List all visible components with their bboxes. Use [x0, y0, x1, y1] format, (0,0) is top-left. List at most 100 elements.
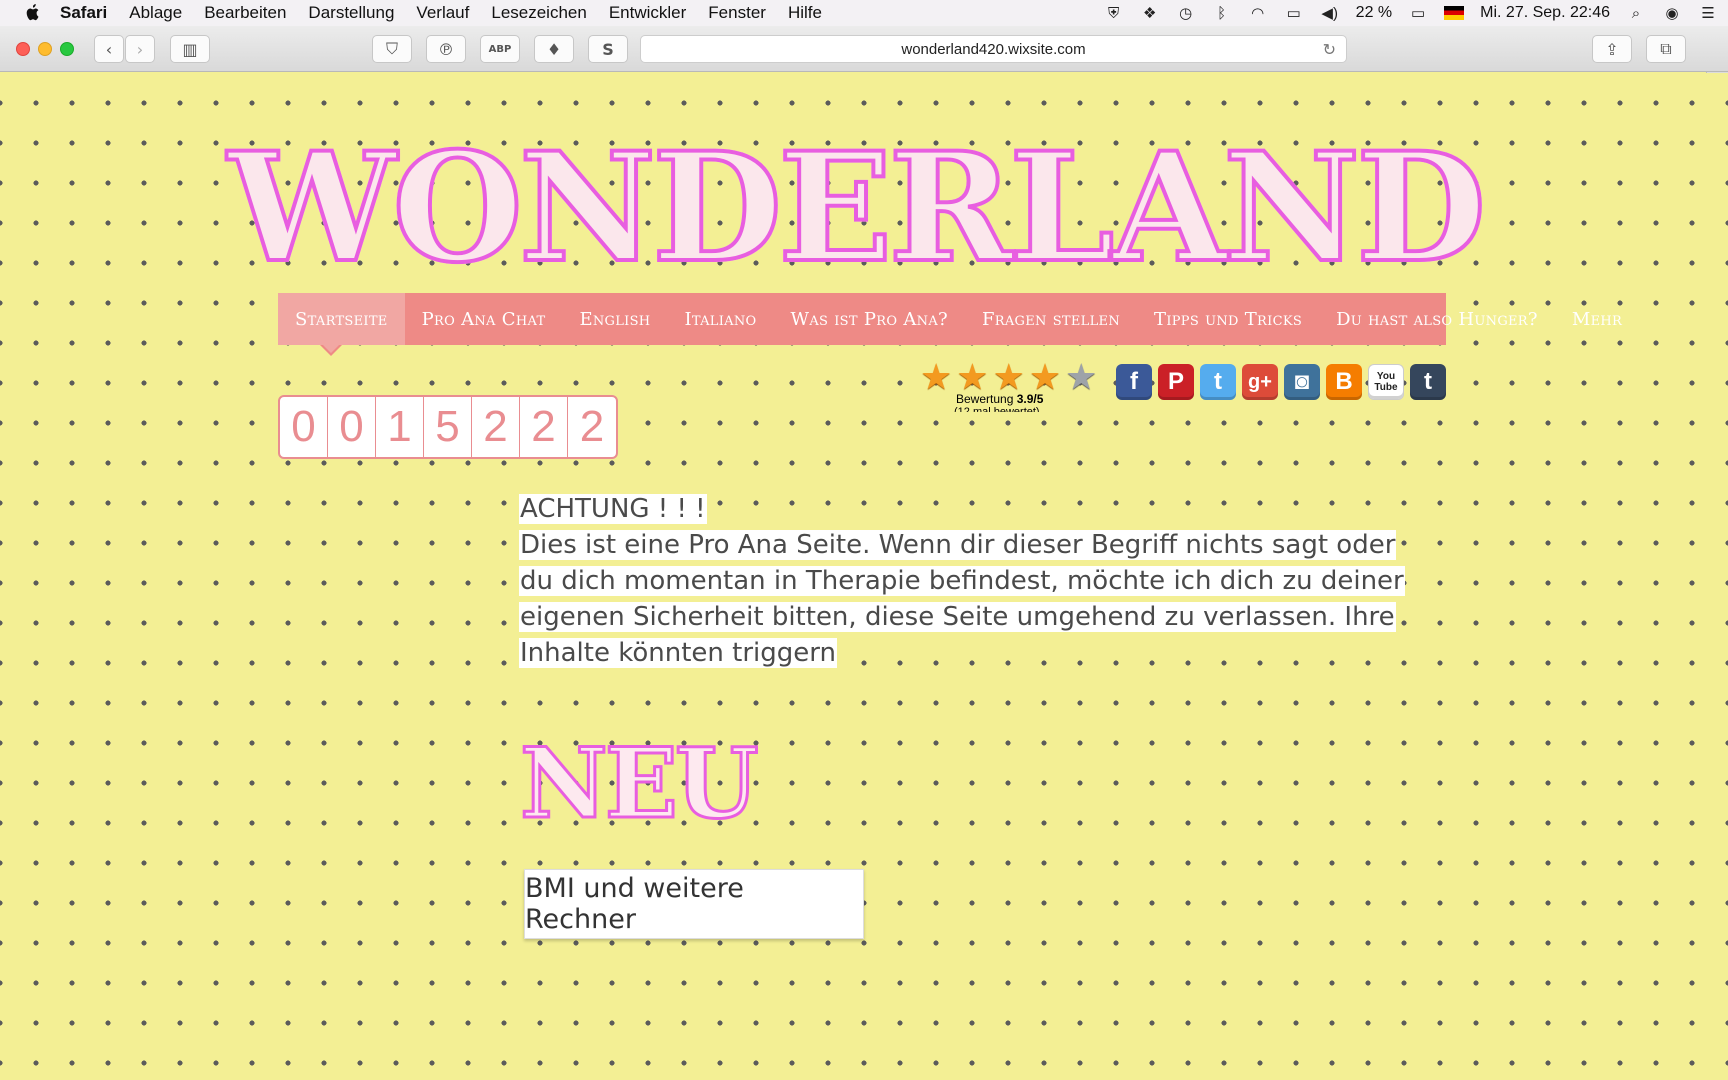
menu-bearbeiten[interactable]: Bearbeiten	[204, 3, 286, 23]
web-page: WONDERLAND Startseite Pro Ana Chat Engli…	[0, 73, 1728, 1080]
sidebar-toggle-button[interactable]: ▥	[170, 35, 210, 63]
neu-heading: NEU	[519, 725, 761, 841]
adblock-extension-button[interactable]: ABP	[480, 35, 520, 63]
address-bar[interactable]: wonderland420.wixsite.com ↻	[640, 35, 1347, 63]
battery-percentage: 22 %	[1355, 4, 1393, 21]
nav-item-pro-ana-chat[interactable]: Pro Ana Chat	[405, 293, 563, 345]
rating-stars: ★ ★ ★ ★ ★	[920, 360, 1100, 396]
bluetooth-icon[interactable]: ᛒ	[1212, 4, 1232, 22]
menubar-status-area: ⛨ ❖ ◷ ᛒ ◠ ▭ ◀) 22 % ▭ Mi. 27. Sep. 22:46…	[1104, 0, 1718, 26]
pocket-extension-button[interactable]: ⛉	[372, 35, 412, 63]
german-flag-icon[interactable]	[1444, 6, 1465, 20]
zoom-window-button[interactable]	[60, 42, 74, 56]
site-logo-text: WONDERLAND	[226, 120, 1488, 296]
tumblr-icon[interactable]: t	[1410, 364, 1446, 400]
neu-heading-text: NEU	[519, 725, 761, 841]
pinterest-icon[interactable]: P	[1158, 364, 1194, 400]
menu-darstellung[interactable]: Darstellung	[308, 3, 394, 23]
warning-title: ACHTUNG ! ! !	[519, 494, 707, 524]
share-button[interactable]: ⇪	[1592, 35, 1632, 63]
sidebar-icon: ▥	[182, 39, 198, 59]
counter-digit: 0	[328, 397, 376, 457]
menu-verlauf[interactable]: Verlauf	[416, 3, 469, 23]
counter-digit: 2	[520, 397, 568, 457]
counter-digit: 0	[280, 397, 328, 457]
nav-item-du-hast-also-hunger[interactable]: Du hast also Hunger?	[1319, 293, 1555, 345]
social-share-bar: f Pt g+ ◙ B You Tube t	[1116, 364, 1446, 400]
volume-icon[interactable]: ◀)	[1320, 4, 1340, 22]
instagram-icon[interactable]: ◙	[1284, 364, 1320, 400]
star-filled-icon[interactable]: ★	[920, 360, 952, 396]
rating-max: /5	[1033, 392, 1044, 406]
star-filled-icon[interactable]: ★	[956, 360, 988, 396]
time-machine-icon[interactable]: ◷	[1176, 4, 1196, 22]
warning-text-block: ACHTUNG ! ! ! Dies ist eine Pro Ana Seit…	[519, 491, 1419, 671]
chevron-right-icon: ›	[136, 39, 144, 59]
star-empty-icon[interactable]: ★	[1065, 360, 1097, 396]
shield-icon[interactable]: ⛨	[1104, 4, 1124, 22]
menu-fenster[interactable]: Fenster	[708, 3, 766, 23]
url-text: wonderland420.wixsite.com	[901, 40, 1086, 58]
facebook-icon[interactable]: f	[1116, 364, 1152, 400]
pinterest-extension-button[interactable]: ℗	[426, 35, 466, 63]
rating-widget: ★ ★ ★ ★ ★ Bewertung 3.9/5 (12 mal bewertet)	[920, 360, 1100, 420]
nav-item-mehr[interactable]: Mehr	[1555, 293, 1639, 345]
adblock-icon: ABP	[488, 43, 512, 55]
rating-label-text: Bewertung	[956, 392, 1014, 406]
spotlight-icon[interactable]: ⌕	[1626, 4, 1646, 22]
menu-app-name[interactable]: Safari	[60, 3, 107, 23]
notification-center-icon[interactable]: ☰	[1698, 4, 1718, 22]
nav-item-english[interactable]: English	[562, 293, 667, 345]
tabs-overview-button[interactable]: ⧉	[1646, 35, 1686, 63]
star-filled-icon[interactable]: ★	[1029, 360, 1061, 396]
active-nav-pointer	[320, 344, 342, 356]
nav-item-fragen-stellen[interactable]: Fragen stellen	[965, 293, 1137, 345]
share-icon: ⇪	[1605, 39, 1619, 59]
s-extension-icon: S	[602, 39, 614, 59]
warning-body: Dies ist eine Pro Ana Seite. Wenn dir di…	[519, 530, 1405, 668]
safari-toolbar: ‹ › ▥ ⛉ ℗ ABP ♦ S wonderland420.wixsite.…	[0, 26, 1728, 72]
counter-digit: 1	[376, 397, 424, 457]
menu-entwickler[interactable]: Entwickler	[609, 3, 686, 23]
forward-button[interactable]: ›	[125, 35, 155, 63]
menu-lesezeichen[interactable]: Lesezeichen	[491, 3, 586, 23]
star-filled-icon[interactable]: ★	[993, 360, 1025, 396]
close-window-button[interactable]	[16, 42, 30, 56]
nav-item-tipps-und-tricks[interactable]: Tipps und Tricks	[1137, 293, 1319, 345]
battery-icon[interactable]: ▭	[1408, 4, 1428, 22]
s-extension-button[interactable]: S	[588, 35, 628, 63]
ghostery-icon: ♦	[546, 39, 562, 59]
menu-hilfe[interactable]: Hilfe	[788, 3, 822, 23]
site-logo[interactable]: WONDERLAND	[226, 131, 1488, 285]
wifi-icon[interactable]: ◠	[1248, 4, 1268, 22]
dropbox-icon[interactable]: ❖	[1140, 4, 1160, 22]
rating-count: (12 mal bewertet)	[954, 406, 1040, 412]
menubar-datetime[interactable]: Mi. 27. Sep. 22:46	[1480, 4, 1610, 22]
apple-icon[interactable]	[24, 3, 42, 23]
back-button[interactable]: ‹	[94, 35, 124, 63]
bmi-calculator-button[interactable]: BMI und weitere Rechner	[524, 869, 864, 939]
tabs-icon: ⧉	[1660, 39, 1672, 58]
counter-digit: 2	[472, 397, 520, 457]
rating-value: 3.9	[1016, 392, 1034, 406]
pocket-icon: ⛉	[385, 39, 398, 58]
nav-item-was-ist-pro-ana[interactable]: Was ist Pro Ana?	[774, 293, 965, 345]
pinterest-icon: ℗	[438, 39, 454, 59]
minimize-window-button[interactable]	[38, 42, 52, 56]
macos-menubar: Safari Ablage Bearbeiten Darstellung Ver…	[0, 0, 1728, 26]
siri-icon[interactable]: ◉	[1662, 4, 1682, 22]
reload-icon[interactable]: ↻	[1323, 40, 1336, 60]
main-navigation: Startseite Pro Ana Chat English Italiano…	[278, 293, 1622, 356]
twitter-icon[interactable]: t	[1200, 364, 1236, 400]
ghostery-extension-button[interactable]: ♦	[534, 35, 574, 63]
menu-ablage[interactable]: Ablage	[129, 3, 182, 23]
counter-digit: 2	[579, 402, 605, 451]
counter-digit: 5	[424, 397, 472, 457]
nav-item-italiano[interactable]: Italiano	[667, 293, 773, 345]
nav-item-startseite[interactable]: Startseite	[278, 293, 405, 345]
airplay-icon[interactable]: ▭	[1284, 4, 1304, 22]
blogger-icon[interactable]: B	[1326, 364, 1362, 400]
chevron-left-icon: ‹	[105, 39, 113, 59]
youtube-icon[interactable]: You Tube	[1368, 364, 1404, 400]
google-plus-icon[interactable]: g+	[1242, 364, 1278, 400]
